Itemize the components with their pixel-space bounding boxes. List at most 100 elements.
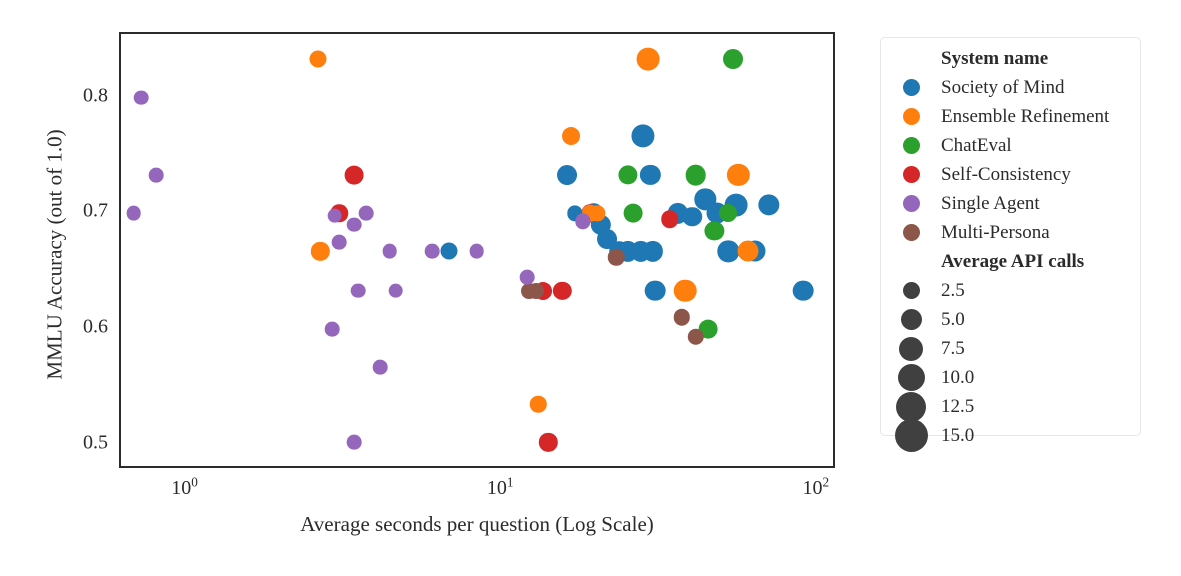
scatter-point: [126, 205, 141, 221]
legend-size-title: Average API calls: [941, 251, 1085, 272]
scatter-point: [631, 124, 655, 148]
scatter-point: [358, 205, 374, 221]
scatter-point: [727, 163, 750, 187]
legend-dot-icon: [902, 137, 920, 154]
legend-size-entries: 2.5 5.0 7.5 10.0 12.5 15.0: [881, 276, 1140, 452]
scatter-point: [673, 279, 697, 303]
y-tick-label: 0.7: [83, 199, 108, 222]
scatter-point: [618, 165, 638, 185]
legend-size-item-7-5[interactable]: 7.5: [881, 334, 1140, 363]
legend-item-label: Single Agent: [941, 192, 1040, 214]
scatter-point: [424, 244, 440, 259]
scatter-point: [737, 240, 759, 262]
y-tick-label: 0.6: [83, 315, 108, 338]
legend: System name Society of Mind Ensemble Refi…: [880, 37, 1141, 452]
scatter-point: [608, 248, 625, 266]
scatter-point: [723, 49, 744, 70]
scatter-point: [327, 208, 343, 223]
x-tick-label: 102: [802, 474, 830, 499]
plot-area: [119, 32, 835, 468]
scatter-point: [661, 210, 679, 228]
legend-size-item-15-0[interactable]: 15.0: [881, 419, 1140, 452]
scatter-point: [553, 281, 572, 300]
x-tick-label: 101: [486, 474, 514, 499]
legend-color-swatch-cell: [881, 224, 941, 241]
legend-dot-icon: [902, 224, 920, 241]
legend-dot-icon: [902, 79, 920, 96]
scatter-point: [519, 269, 535, 285]
scatter-point: [687, 328, 704, 346]
legend-color-swatch-cell: [881, 166, 941, 183]
scatter-point: [325, 321, 340, 337]
scatter-point: [469, 244, 484, 259]
scatter-point: [346, 434, 362, 450]
scatter-point: [134, 90, 149, 105]
scatter-point: [332, 234, 347, 250]
scatter-point: [344, 165, 364, 185]
scatter-point: [758, 194, 780, 216]
legend-item-label: Multi-Persona: [941, 221, 1050, 243]
legend-size-item-5-0[interactable]: 5.0: [881, 305, 1140, 334]
scatter-plot-figure: MMLU Accuracy (out of 1.0) 0.5 0.6 0.7 0.8 …: [0, 0, 1181, 576]
legend-color-swatch-cell: [881, 195, 941, 212]
x-tick-label: 100: [171, 474, 198, 499]
y-tick-label: 0.5: [83, 431, 108, 454]
scatter-point: [529, 395, 547, 413]
legend-size-swatch-cell: [881, 336, 941, 361]
legend-size-dot-icon: [902, 282, 920, 299]
legend-item-ensemble-refinement[interactable]: Ensemble Refinement: [881, 102, 1140, 131]
legend-item-society-of-mind[interactable]: Society of Mind: [881, 73, 1140, 102]
legend-item-self-consistency[interactable]: Self-Consistency: [881, 160, 1140, 189]
x-axis-label: Average seconds per question (Log Scale): [300, 512, 654, 536]
legend-size-item-12-5[interactable]: 12.5: [881, 391, 1140, 422]
legend-item-label: ChatEval: [941, 134, 1012, 156]
scatter-point: [719, 204, 738, 223]
scatter-point: [310, 242, 330, 261]
y-axis-label: MMLU Accuracy (out of 1.0): [42, 129, 67, 380]
legend-size-label: 7.5: [941, 337, 965, 359]
legend-dot-icon: [902, 108, 920, 125]
scatter-point: [673, 309, 690, 326]
scatter-point: [623, 203, 643, 223]
scatter-point: [561, 126, 580, 145]
legend-size-label: 10.0: [941, 366, 975, 388]
scatter-point: [717, 240, 739, 263]
scatter-point: [682, 206, 703, 227]
scatter-point: [644, 280, 666, 302]
legend-size-swatch-cell: [881, 364, 941, 391]
legend-size-item-10-0[interactable]: 10.0: [881, 363, 1140, 392]
legend-size-dot-icon: [896, 391, 926, 422]
scatter-point: [539, 433, 558, 452]
legend-color-swatch-cell: [881, 108, 941, 125]
legend-size-dot-icon: [899, 336, 923, 361]
legend-color-swatch-cell: [881, 137, 941, 154]
scatter-point: [556, 165, 577, 186]
scatter-point: [704, 221, 724, 241]
legend-item-chateval[interactable]: ChatEval: [881, 131, 1140, 160]
scatter-point: [793, 280, 814, 302]
legend-item-label: Self-Consistency: [941, 163, 1071, 185]
legend-size-label: 12.5: [941, 395, 975, 417]
scatter-point: [148, 167, 164, 183]
scatter-point: [382, 244, 397, 259]
scatter-point: [372, 359, 388, 375]
legend-size-swatch-cell: [881, 309, 941, 330]
legend-size-item-2-5[interactable]: 2.5: [881, 276, 1140, 305]
legend-item-single-agent[interactable]: Single Agent: [881, 189, 1140, 218]
legend-dot-icon: [902, 195, 920, 212]
legend-item-multi-persona[interactable]: Multi-Persona: [881, 218, 1140, 247]
scatter-point: [309, 50, 327, 68]
scatter-point: [388, 283, 404, 299]
scatter-point: [575, 213, 591, 229]
scatter-point: [350, 283, 366, 299]
legend-size-label: 2.5: [941, 279, 965, 301]
legend-size-dot-icon: [900, 309, 922, 330]
legend-size-dot-icon: [894, 419, 928, 452]
legend-size-swatch-cell: [881, 282, 941, 299]
legend-size-dot-icon: [897, 364, 925, 391]
legend-hue-title: System name: [941, 48, 1049, 69]
scatter-point: [642, 241, 663, 262]
legend-item-label: Ensemble Refinement: [941, 105, 1110, 127]
legend-color-swatch-cell: [881, 79, 941, 96]
legend-dot-icon: [902, 166, 920, 183]
